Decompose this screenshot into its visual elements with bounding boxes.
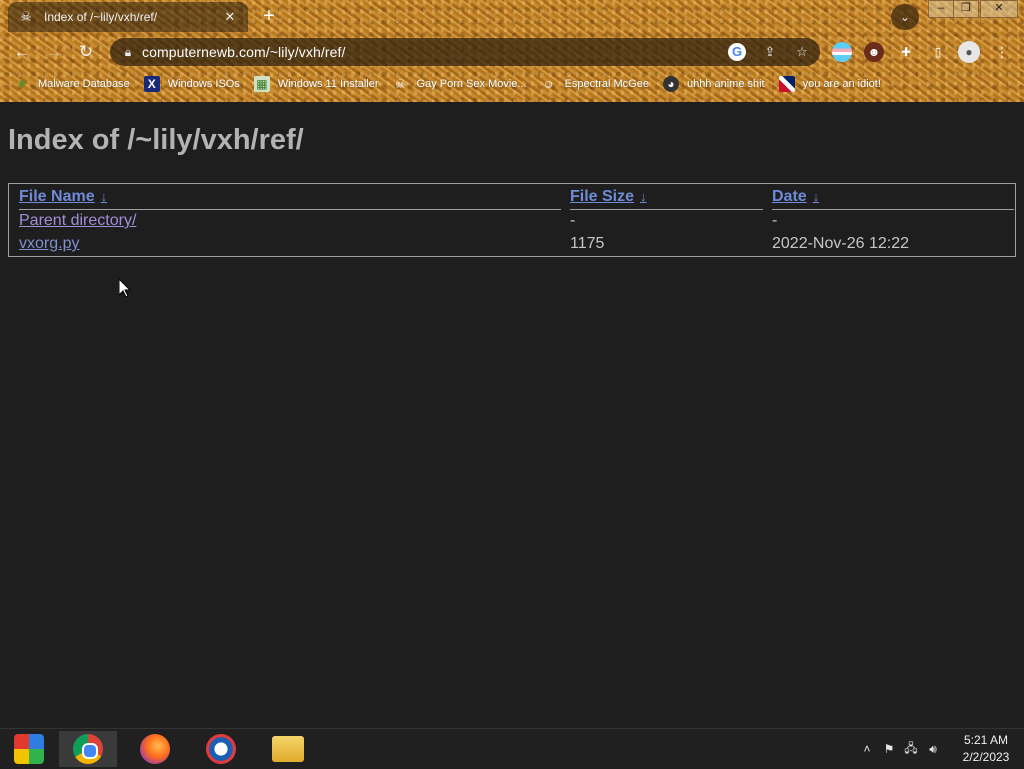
sort-arrow-icon[interactable]: ↓ [640,189,647,204]
folder-icon [272,736,304,762]
anime-icon: ◕ [662,76,679,92]
bookmark-windows-isos[interactable]: X Windows ISOs [143,76,240,92]
url-text[interactable]: computernewb.com/~lily/vxh/ref/ [142,44,345,60]
browser-globe-icon [206,734,236,764]
taskbar-browser[interactable] [192,731,250,767]
side-panel-icon[interactable]: ▯ [928,42,948,62]
sort-by-date-link[interactable]: Date [772,188,807,205]
restore-button[interactable]: ❐ [953,0,979,18]
app-launcher-icon [14,734,44,764]
new-tab-button[interactable]: + [258,6,280,28]
bookmark-windows-11-installer[interactable]: ▦ Windows 11 Installer [253,76,379,92]
system-clock[interactable]: 5:21 AM 2/2/2023 [948,732,1024,766]
avatar-extension-icon[interactable]: ☻ [864,42,884,62]
chrome-icon [73,734,103,764]
tab-search-icon[interactable]: ⌄ [891,4,919,30]
sort-arrow-icon[interactable]: ↓ [101,189,108,204]
kebab-menu-icon[interactable]: ⋮ [992,42,1012,62]
taskbar-chrome[interactable] [59,731,117,767]
parent-directory-link[interactable]: Parent directory/ [19,212,136,230]
taskbar-app-launcher[interactable] [0,731,58,767]
clock-date: 2/2/2023 [962,750,1010,764]
trans-flag-extension-icon[interactable] [832,42,852,62]
taskbar-file-explorer[interactable] [259,731,317,767]
column-header-file-size: File Size ↓ [570,188,763,210]
address-bar[interactable]: 🔒︎ computernewb.com/~lily/vxh/ref/ G ⇪ ☆ [110,38,820,66]
skull-icon: ☠ [20,9,32,24]
taskbar: ˄ ⚑ 🖧︎ 🔊︎ 5:21 AM 2/2/2023 [0,728,1024,768]
skull-icon: ☠ [395,77,406,91]
extensions-puzzle-icon[interactable]: ✚ [896,42,916,62]
firefox-icon [140,734,170,764]
file-size-cell: 1175 [570,235,605,252]
bookmark-anime[interactable]: ◕ uhhh anime shit [662,76,765,92]
x-logo-icon: X [143,76,160,92]
close-tab-icon[interactable]: ✕ [222,9,238,25]
browser-tab[interactable]: ☠ Index of /~lily/vxh/ref/ ✕ [8,2,248,32]
back-arrow-icon[interactable]: ← [10,40,34,64]
date-cell: - [772,212,778,229]
page-content: Index of /~lily/vxh/ref/ File Name ↓ File… [0,102,1024,728]
bookmark-espectral-mcgee[interactable]: ☺ Espectral McGee [541,76,649,92]
bookmark-you-are-an-idiot[interactable]: you are an idiot! [778,76,881,92]
google-lens-icon[interactable]: G [728,43,746,61]
browser-chrome: ☠ Index of /~lily/vxh/ref/ ✕ + ⌄ – ❐ ✕ ←… [0,0,1024,102]
sort-by-size-link[interactable]: File Size [570,188,634,205]
taskbar-firefox[interactable] [126,731,184,767]
close-window-button[interactable]: ✕ [980,0,1018,18]
browser-toolbar: ← → ↻ 🔒︎ computernewb.com/~lily/vxh/ref/… [0,36,1024,68]
directory-listing-table: File Name ↓ File Size ↓ Date ↓ Parent direc… [8,183,1016,257]
bookmark-star-icon[interactable]: ☆ [792,42,812,62]
lock-icon[interactable]: 🔒︎ [120,43,136,61]
column-header-file-name: File Name ↓ [19,188,561,210]
bookmark-malware-database[interactable]: ✹ Malware Database [14,76,130,92]
reload-icon[interactable]: ↻ [74,40,98,64]
bookmark-gay-porn-sex-movie[interactable]: ☠ Gay Porn Sex Movie... [393,76,526,92]
bookmarks-bar: ✹ Malware Database X Windows ISOs ▦ Wind… [0,72,1024,96]
sort-by-name-link[interactable]: File Name [19,188,95,205]
system-tray: ˄ ⚑ 🖧︎ 🔊︎ 5:21 AM 2/2/2023 [856,729,1024,769]
virus-icon: ✹ [16,77,28,91]
column-header-date: Date ↓ [772,188,1014,210]
tab-title: Index of /~lily/vxh/ref/ [44,10,158,24]
file-size-cell: - [570,212,576,229]
page-title: Index of /~lily/vxh/ref/ [8,124,304,156]
date-cell: 2022-Nov-26 12:22 [772,235,909,252]
file-link-vxorg-py[interactable]: vxorg.py [19,235,79,253]
volume-icon[interactable]: 🔊︎ [922,742,944,757]
forward-arrow-icon[interactable]: → [42,40,66,64]
image-icon: ▦ [253,76,270,92]
network-icon[interactable]: 🖧︎ [900,739,922,760]
share-icon[interactable]: ⇪ [760,42,780,62]
sort-arrow-icon[interactable]: ↓ [813,189,820,204]
clock-time: 5:21 AM [963,733,1009,747]
flag-icon [778,76,795,92]
chevron-up-icon[interactable]: ˄ [856,742,878,756]
face-icon: ☺ [542,77,555,91]
minimize-button[interactable]: – [928,0,954,18]
profile-avatar-icon[interactable]: ● [958,41,980,63]
flag-icon[interactable]: ⚑ [878,742,900,756]
